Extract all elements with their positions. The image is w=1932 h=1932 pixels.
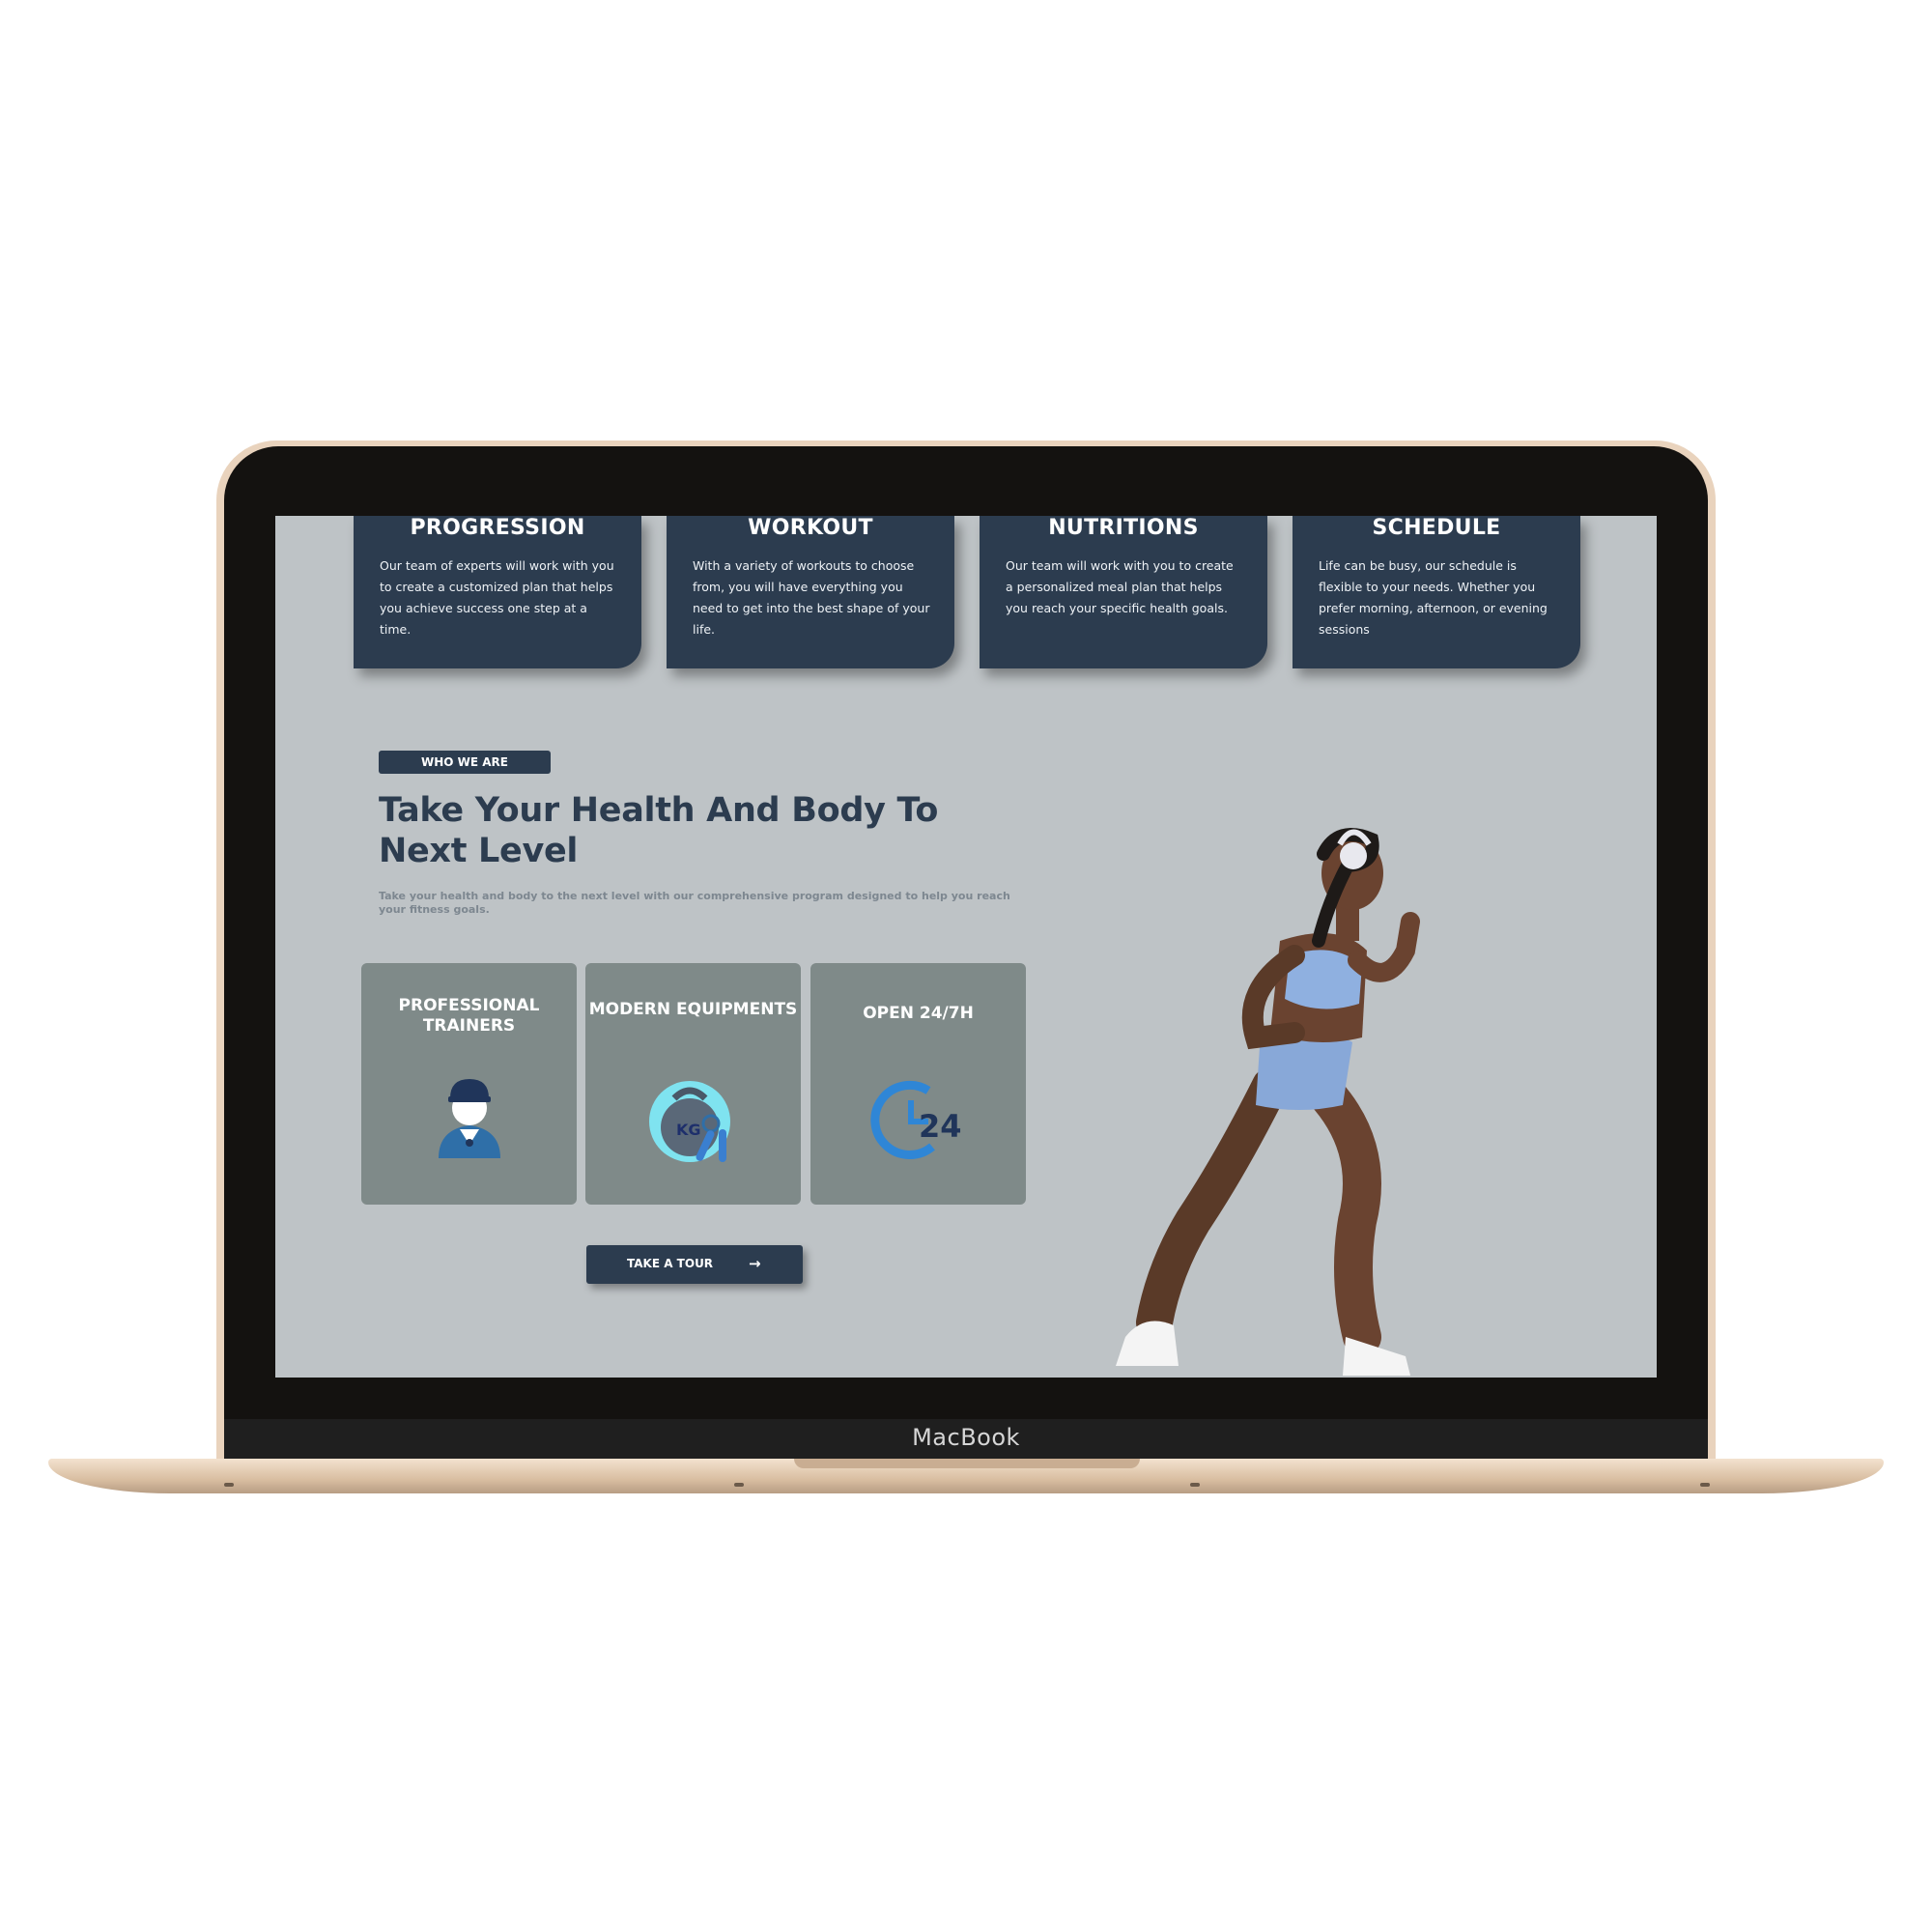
stat-label: OPEN 24/7H bbox=[863, 1004, 974, 1023]
kettlebell-label: KG bbox=[676, 1121, 701, 1139]
feature-description: Our team will work with you to create a … bbox=[1006, 558, 1234, 615]
feature-card-nutritions: NUTRITIONS Our team will work with you t… bbox=[980, 516, 1267, 668]
stat-label: PROFESSIONAL TRAINERS bbox=[398, 996, 540, 1036]
stat-card-trainers: PROFESSIONAL TRAINERS bbox=[361, 963, 577, 1205]
section-subtext: Take your health and body to the next le… bbox=[379, 890, 1010, 916]
section-headline: Take Your Health And Body To Next Level bbox=[379, 791, 939, 870]
feature-description: Our team of experts will work with you t… bbox=[380, 558, 614, 637]
device-brand-label: MacBook bbox=[912, 1424, 1020, 1451]
feature-card-schedule: SCHEDULE Life can be busy, our schedule … bbox=[1293, 516, 1580, 668]
take-a-tour-button[interactable]: TAKE A TOUR → bbox=[586, 1245, 803, 1284]
stat-card-equipment: MODERN EQUIPMENTS KG bbox=[585, 963, 801, 1205]
feature-description: Life can be busy, our schedule is flexib… bbox=[1319, 558, 1548, 637]
clock-24-label: 24 bbox=[919, 1108, 962, 1145]
runner-image bbox=[1116, 828, 1420, 1376]
feature-description: With a variety of workouts to choose fro… bbox=[693, 558, 930, 637]
feature-title: WORKOUT bbox=[748, 516, 873, 540]
laptop-foot bbox=[734, 1483, 744, 1487]
laptop-foot bbox=[224, 1483, 234, 1487]
kettlebell-icon: KG bbox=[649, 1081, 730, 1162]
website-viewport: PROGRESSION Our team of experts will wor… bbox=[275, 516, 1657, 1378]
stat-card-hours: OPEN 24/7H 24 bbox=[810, 963, 1026, 1205]
laptop-hinge-notch bbox=[794, 1459, 1140, 1468]
take-a-tour-label: TAKE A TOUR bbox=[627, 1257, 714, 1270]
feature-card-workout: WORKOUT With a variety of workouts to ch… bbox=[667, 516, 954, 668]
stat-label: MODERN EQUIPMENTS bbox=[588, 1000, 798, 1019]
clock-24-icon: 24 bbox=[870, 1080, 962, 1159]
feature-title: SCHEDULE bbox=[1372, 516, 1501, 540]
laptop-foot bbox=[1700, 1483, 1710, 1487]
section-badge: WHO WE ARE bbox=[379, 751, 551, 774]
feature-title: NUTRITIONS bbox=[1048, 516, 1199, 540]
arrow-right-icon: → bbox=[749, 1255, 761, 1272]
laptop-foot bbox=[1190, 1483, 1200, 1487]
trainer-icon bbox=[439, 1079, 500, 1158]
feature-title: PROGRESSION bbox=[410, 516, 585, 540]
feature-card-progression: PROGRESSION Our team of experts will wor… bbox=[354, 516, 641, 668]
